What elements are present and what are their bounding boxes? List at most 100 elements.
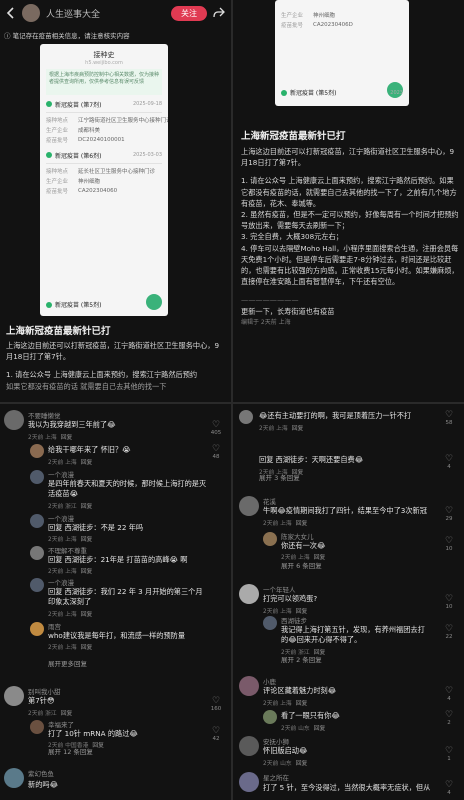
vaccine-icon (46, 101, 52, 107)
avatar[interactable] (263, 710, 277, 724)
vaccine-record-screenshot: 生产企业 神州细胞 疫苗批号 CA20230406D 新冠疫苗 (第5剂) 2023 (275, 0, 409, 106)
avatar[interactable] (30, 546, 44, 560)
avatar[interactable] (30, 622, 44, 636)
reply-button[interactable]: 回复 (81, 504, 93, 510)
like-button[interactable]: ♡ 29 (440, 506, 458, 522)
like-button[interactable]: ♡ 160 (207, 696, 225, 712)
avatar[interactable] (4, 768, 24, 788)
divider (46, 163, 162, 164)
heart-icon: ♡ (211, 420, 221, 430)
reply-button[interactable]: 回复 (81, 645, 93, 651)
avatar[interactable] (4, 410, 24, 430)
heart-icon: ♡ (444, 780, 454, 790)
post-body: 上海这边目前还可以打新冠疫苗，江宁路街道社区卫生服务中心，9月18日打了第7针。… (6, 341, 220, 391)
record-row: 疫苗批号 DC20240100001 (46, 137, 125, 144)
like-button[interactable]: ♡ 4 (440, 454, 458, 470)
avatar[interactable] (239, 676, 259, 696)
heart-icon: ♡ (444, 686, 454, 696)
avatar[interactable] (239, 772, 259, 792)
vaccine-icon (281, 89, 287, 96)
post-view-left: 人生巡事大全 关注 ⓘ 笔记存在疫苗相关信息，请注意核实内容 接种史 h5.we… (0, 0, 231, 402)
share-icon[interactable] (213, 7, 225, 19)
like-button[interactable]: ♡ 1 (440, 746, 458, 762)
avatar[interactable] (30, 720, 44, 734)
avatar[interactable] (263, 532, 277, 546)
avatar[interactable] (239, 584, 259, 604)
like-button[interactable]: ♡ 10 (440, 536, 458, 552)
avatar[interactable] (239, 410, 253, 424)
record-title: 接种史 (93, 51, 115, 59)
avatar[interactable] (30, 470, 44, 484)
reply-button[interactable]: 回复 (296, 701, 308, 707)
like-button[interactable]: ♡ 58 (440, 410, 458, 426)
heart-icon: ♡ (444, 454, 454, 464)
reply-button[interactable]: 回复 (61, 435, 73, 441)
post-title: 上海新冠疫苗最新针已打 (6, 326, 111, 337)
record-row: 生产企业 成都科美 (46, 128, 101, 134)
record-row: 接种地点 延长社区卫生服务中心接种门诊 (46, 169, 156, 175)
record-section-1: 新冠疫苗 (第7剂) 2025-09-18 (40, 98, 168, 110)
like-button[interactable]: ♡ 22 (440, 624, 458, 640)
reply-button[interactable]: 回复 (81, 569, 93, 575)
post-title: 上海新冠疫苗最新针已打 (241, 131, 346, 142)
reply-button[interactable]: 回复 (314, 726, 326, 732)
expand-more-replies[interactable]: 展开 2 条回复 (281, 654, 322, 664)
record-row: 接种地点 江宁路街道社区卫生服务中心接种门诊 (46, 118, 168, 124)
back-icon[interactable] (6, 7, 16, 19)
like-button[interactable]: ♡ 10 (440, 594, 458, 610)
post-view-right: 生产企业 神州细胞 疫苗批号 CA20230406D 新冠疫苗 (第5剂) 2023… (233, 0, 464, 402)
comments-left: 不要睡懒觉 我以为我穿越到三年前了😂 2天前 上海 回复 ♡ 405 给我干哪年来了… (0, 404, 231, 800)
reply-button[interactable]: 回复 (292, 426, 304, 432)
reply-button[interactable]: 回复 (296, 521, 308, 527)
vaccine-icon (46, 301, 52, 308)
heart-icon: ♡ (211, 726, 221, 736)
expand-more-replies[interactable]: 展开 3 条回复 (259, 472, 300, 482)
record-row: 疫苗批号 CA20230406D (281, 22, 353, 29)
expand-more-replies[interactable]: 展开 6 条回复 (281, 560, 322, 570)
like-button[interactable]: ♡ 4 (440, 780, 458, 796)
heart-icon: ♡ (211, 696, 221, 706)
reply-button[interactable]: 回复 (61, 711, 73, 717)
heart-icon: ♡ (444, 624, 454, 634)
avatar[interactable] (30, 444, 44, 458)
like-button[interactable]: ♡ 2 (440, 710, 458, 726)
vaccine-icon (46, 152, 52, 158)
reply-button[interactable]: 回复 (81, 612, 93, 618)
heart-icon: ♡ (444, 506, 454, 516)
expand-more-replies[interactable]: 展开 12 条回复 (48, 746, 93, 756)
avatar[interactable] (239, 496, 259, 516)
avatar[interactable] (4, 686, 24, 706)
avatar[interactable] (239, 736, 259, 756)
like-button[interactable]: ♡ 405 (207, 420, 225, 436)
vaccine-record-screenshot: 接种史 h5.weijibo.com 根据上海市疾病预防控制中心相关数据，仅为接… (40, 44, 168, 316)
reply-button[interactable]: 回复 (92, 743, 104, 749)
reply-button[interactable]: 回复 (81, 537, 93, 543)
comments-right: 😂还有主动要打的啊，我可是顶着压力一针不打 2天前 上海 回复 ♡ 58 回复 西湖… (233, 404, 464, 800)
record-row: 生产企业 神州细胞 (281, 13, 336, 19)
divider (46, 112, 162, 113)
avatar[interactable] (30, 514, 44, 528)
record-row: 生产企业 神州细胞 (46, 179, 101, 185)
like-button[interactable]: ♡ 42 (207, 726, 225, 742)
heart-icon: ♡ (444, 594, 454, 604)
avatar[interactable] (30, 578, 44, 592)
avatar[interactable] (263, 616, 277, 630)
author-avatar[interactable] (22, 4, 40, 22)
like-button[interactable]: ♡ 4 (440, 686, 458, 702)
record-section-2: 新冠疫苗 (第6剂) 2025-03-03 (40, 149, 168, 161)
record-section: 新冠疫苗 (第5剂) 2023 (281, 88, 403, 97)
follow-button[interactable]: 关注 (171, 5, 207, 21)
heart-icon: ♡ (444, 410, 454, 420)
reply-button[interactable]: 回复 (296, 761, 308, 767)
post-header: 人生巡事大全 关注 (0, 0, 231, 26)
post-body: 上海这边目前还可以打新冠疫苗，江宁路街道社区卫生服务中心，9月18日打了第7针。… (241, 147, 459, 326)
like-button[interactable]: ♡ 48 (207, 444, 225, 460)
record-section-3: 新冠疫苗 (第5剂) (46, 300, 162, 309)
content-notice: ⓘ 笔记存在疫苗相关信息，请注意核实内容 (4, 32, 130, 40)
reply-button[interactable]: 回复 (81, 460, 93, 466)
heart-icon: ♡ (444, 536, 454, 546)
author-name[interactable]: 人生巡事大全 (46, 7, 165, 20)
expand-more-replies[interactable]: 展开更多回复 (48, 658, 87, 668)
heart-icon: ♡ (444, 746, 454, 756)
record-subtitle: h5.weijibo.com (85, 60, 123, 66)
